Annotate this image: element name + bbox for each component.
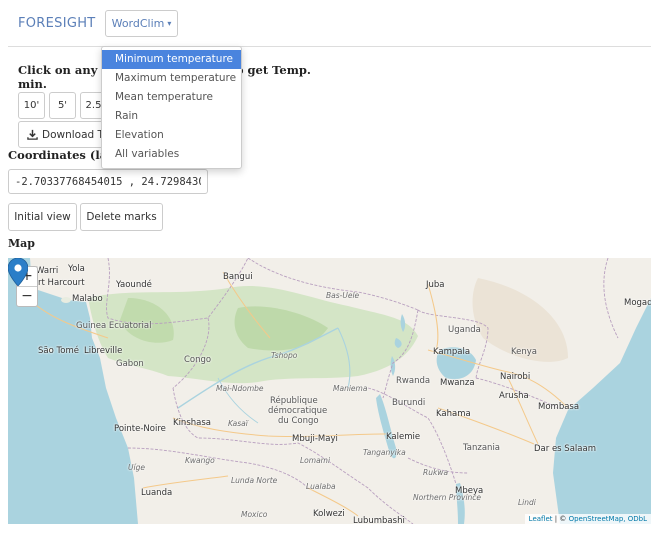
caret-down-icon: ▾ bbox=[167, 19, 172, 28]
map-place-label: Mwanza bbox=[440, 378, 475, 388]
instructions-end: o get Temp. bbox=[235, 63, 311, 77]
map-place-label: Mogadishu bbox=[624, 298, 651, 308]
map-place-label: Lunda Norte bbox=[231, 476, 278, 485]
map-place-label: Kwango bbox=[185, 456, 215, 465]
variable-menu: Minimum temperature Maximum temperature … bbox=[101, 46, 242, 169]
resolution-button-group: 10' 5' 2.5 bbox=[18, 92, 107, 119]
dataset-dropdown-toggle[interactable]: WordClim ▾ bbox=[105, 10, 178, 37]
map-place-label: Luanda bbox=[141, 488, 173, 498]
menu-item-elevation[interactable]: Elevation bbox=[102, 126, 241, 145]
map-place-label: Dar es Salaam bbox=[534, 444, 596, 454]
map-place-label: São Tomé bbox=[38, 346, 79, 356]
map-place-label: Guinea Ecuatorial bbox=[76, 321, 152, 331]
map-place-label: Kasaï bbox=[228, 419, 248, 428]
map-place-label: Libreville bbox=[84, 346, 123, 356]
map-place-label: Kahama bbox=[436, 409, 471, 419]
coordinates-input[interactable] bbox=[8, 169, 208, 194]
map-place-label: Uíge bbox=[128, 463, 145, 472]
map-place-label: Burundi bbox=[392, 398, 426, 408]
map-place-label: démocratique bbox=[268, 406, 328, 416]
location-marker-icon[interactable] bbox=[8, 258, 28, 286]
map-place-label: Lubumbashi bbox=[353, 516, 405, 524]
resolution-10-button[interactable]: 10' bbox=[18, 92, 45, 119]
menu-item-all-variables[interactable]: All variables bbox=[102, 145, 241, 164]
download-button-label: Download Tr bbox=[42, 128, 107, 141]
map-place-label: Bas-Uele bbox=[326, 291, 360, 300]
map-place-label: Kalemie bbox=[386, 432, 421, 442]
map-place-label: Nairobi bbox=[500, 372, 531, 382]
brand-title[interactable]: FORESIGHT bbox=[18, 16, 96, 31]
menu-item-mean-temperature[interactable]: Mean temperature bbox=[102, 88, 241, 107]
map-place-label: Lindi bbox=[518, 498, 536, 507]
map-place-label: Tanganyika bbox=[363, 448, 406, 457]
map-place-label: Malabo bbox=[72, 294, 103, 304]
map-place-label: Tanzania bbox=[463, 443, 501, 453]
map-place-label: Warri bbox=[36, 266, 59, 276]
map-place-label: Maniema bbox=[333, 384, 368, 393]
map-place-label: Bangui bbox=[223, 272, 253, 282]
map-view[interactable]: + − Warri Yola Port Harcourt Bangui Juba Yaou… bbox=[8, 258, 651, 524]
map-place-label: Kampala bbox=[433, 347, 471, 357]
attribution-separator: | © bbox=[552, 515, 569, 523]
map-place-label: Kolwezi bbox=[313, 509, 345, 519]
menu-item-maximum-temperature[interactable]: Maximum temperature bbox=[102, 69, 241, 88]
map-attribution: Leaflet | © OpenStreetMap, ODbL bbox=[524, 514, 651, 524]
map-place-label: Northern Province bbox=[413, 493, 482, 502]
map-place-label: Tshopo bbox=[271, 351, 298, 360]
map-place-label: Rukwa bbox=[423, 468, 449, 477]
map-place-label: Arusha bbox=[499, 391, 529, 401]
map-place-label: Juba bbox=[426, 280, 445, 290]
map-place-label: Kenya bbox=[511, 347, 538, 357]
map-place-label: du Congo bbox=[278, 416, 319, 426]
menu-item-minimum-temperature[interactable]: Minimum temperature bbox=[102, 50, 241, 69]
initial-view-button[interactable]: Initial view bbox=[8, 203, 77, 231]
map-place-label: Pointe-Noire bbox=[114, 424, 166, 434]
download-button[interactable]: Download Tr bbox=[18, 121, 114, 148]
map-place-label: Lualaba bbox=[306, 482, 336, 491]
map-place-label: Congo bbox=[184, 355, 212, 365]
map-place-label: Gabon bbox=[116, 359, 144, 369]
delete-marks-button[interactable]: Delete marks bbox=[80, 203, 163, 231]
map-place-label: Yola bbox=[68, 264, 85, 274]
menu-item-rain[interactable]: Rain bbox=[102, 107, 241, 126]
resolution-5-button[interactable]: 5' bbox=[49, 92, 76, 119]
map-place-label: Lomami bbox=[300, 456, 331, 465]
map-place-label: Moxico bbox=[241, 510, 268, 519]
map-place-label: Mombasa bbox=[538, 402, 580, 412]
dataset-dropdown-label: WordClim bbox=[111, 17, 165, 30]
map-place-label: Uganda bbox=[448, 325, 481, 335]
map-place-label: Mai-Ndombe bbox=[216, 384, 264, 393]
map-place-label: Rwanda bbox=[396, 376, 431, 386]
download-icon bbox=[27, 129, 38, 140]
map-place-label: Mbuji-Mayi bbox=[292, 434, 338, 444]
map-heading: Map bbox=[8, 237, 35, 250]
map-place-label: Yaoundé bbox=[116, 280, 152, 290]
map-place-label: République bbox=[270, 396, 318, 406]
zoom-out-button[interactable]: − bbox=[17, 287, 37, 306]
osm-link[interactable]: OpenStreetMap, ODbL bbox=[569, 515, 647, 523]
instructions-line2: min. bbox=[18, 77, 47, 91]
leaflet-link[interactable]: Leaflet bbox=[529, 515, 553, 523]
map-place-label: Kinshasa bbox=[173, 418, 211, 428]
